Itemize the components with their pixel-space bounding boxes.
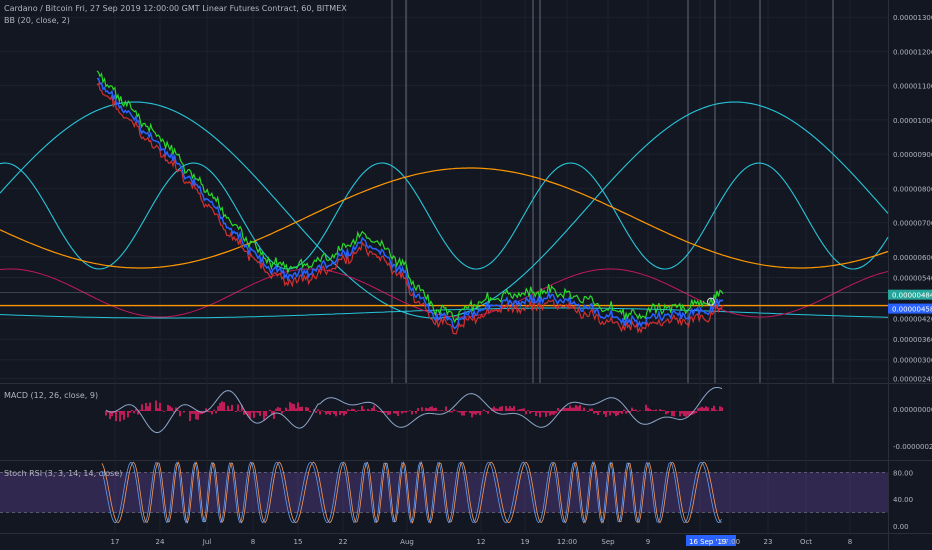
x-tick-label: 8 — [848, 538, 852, 546]
macd-line — [105, 387, 723, 433]
y-tick-label: 0.00001000 — [893, 117, 932, 125]
cycle-curve-small — [0, 162, 889, 270]
chart-root: 0.00001300 0.00001200 0.00001100 0.00001000… — [0, 0, 932, 550]
stoch-band — [0, 472, 888, 513]
stoch-indicator-label[interactable]: Stoch RSI (3, 3, 14, 14, close) — [4, 468, 122, 479]
y-tick-label: 0.00000420 — [893, 316, 932, 324]
chart-title: Cardano / Bitcoin Fri, 27 Sep 2019 12:00… — [4, 4, 347, 13]
bb-lower-band — [96, 82, 724, 335]
chart-canvas[interactable]: 0.00001300 0.00001200 0.00001100 0.00001000… — [0, 0, 932, 550]
y-tick-label: 0.00000700 — [893, 220, 932, 228]
stoch-y-tick-label: 80.00 — [893, 469, 913, 477]
x-tick-label: 12:00 — [557, 538, 577, 546]
x-tick-label: 15 — [294, 538, 303, 546]
y-tick-label: 0.00000360 — [893, 336, 932, 344]
price-line — [96, 77, 724, 330]
x-tick-label: 17 — [111, 538, 120, 546]
macd-y-tick-label: 0.00000000 — [893, 406, 932, 414]
y-tick-label: 0.00000300 — [893, 357, 932, 365]
stoch-y-tick-label: 40.00 — [893, 496, 913, 504]
x-tick-label: 22 — [339, 538, 348, 546]
macd-y-tick-label: -0.00000020 — [893, 443, 932, 451]
stoch-y-tick-label: 0.00 — [893, 523, 909, 531]
bb-indicator-label[interactable]: BB (20, close, 2) — [4, 15, 70, 26]
y-tick-label: 0.00000245 — [893, 376, 932, 384]
y-tick-label: 0.00001300 — [893, 14, 932, 22]
x-tick-label: 8 — [251, 538, 255, 546]
cycle-curve-large — [0, 101, 889, 319]
x-tick-label: 19 — [521, 538, 530, 546]
price-label: 0.00000458 — [892, 306, 932, 314]
macd-indicator-label[interactable]: MACD (12, 26, close, 9) — [4, 390, 98, 401]
x-tick-label: Oct — [800, 538, 812, 546]
y-tick-label: 0.00000900 — [893, 151, 932, 159]
x-tick-label: 12 — [477, 538, 486, 546]
x-tick-label: 23 — [764, 538, 773, 546]
x-tick-label: 9 — [646, 538, 650, 546]
y-tick-label: 0.00000600 — [893, 254, 932, 262]
x-tick-label: Jul — [202, 538, 212, 546]
y-tick-label: 0.00000800 — [893, 185, 932, 193]
price-label: 0.00000484 — [892, 292, 932, 300]
x-tick-label: Sep — [601, 538, 615, 546]
x-tick-label: 24 — [156, 538, 165, 546]
cycle-curve-orange — [0, 167, 889, 269]
bb-upper-band — [96, 70, 724, 324]
x-tick-label: Aug — [400, 538, 414, 546]
y-tick-label: 0.00001100 — [893, 83, 932, 91]
x-tick-label: 17:00 — [720, 538, 740, 546]
y-tick-label: 0.00000540 — [893, 274, 932, 282]
y-tick-label: 0.00001200 — [893, 48, 932, 56]
